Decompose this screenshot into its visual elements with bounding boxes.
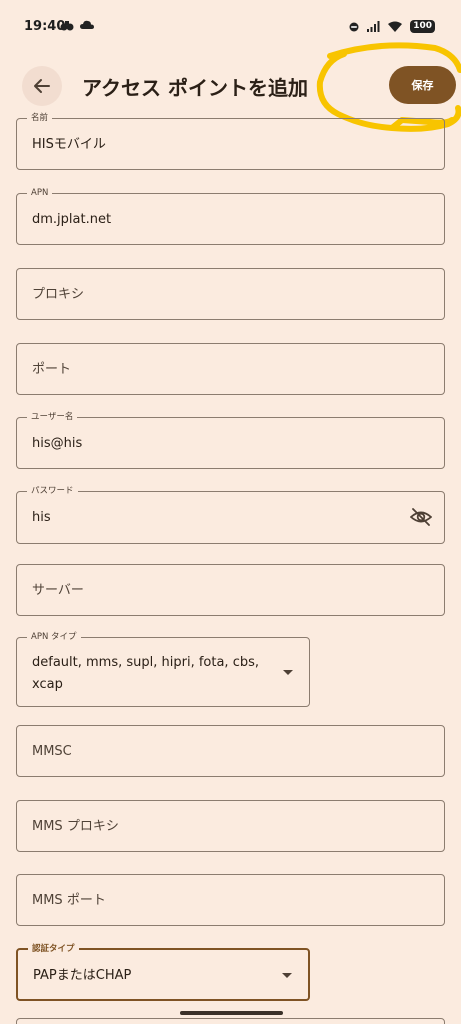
app-bar: アクセス ポイントを追加 保存 — [0, 58, 461, 114]
save-button[interactable]: 保存 — [389, 66, 456, 104]
eye-off-icon[interactable] — [410, 507, 432, 527]
signal-icon — [367, 21, 380, 32]
password-field-label: パスワード — [27, 485, 78, 497]
status-right: 100 — [349, 20, 435, 33]
status-bar: 19:40 100 — [0, 0, 461, 52]
apn-type-label: APN タイプ — [27, 631, 81, 643]
mms-port-field-placeholder: MMS ポート — [32, 893, 106, 908]
mmsc-field-placeholder: MMSC — [32, 744, 72, 759]
auth-type-label: 認証タイプ — [28, 943, 79, 955]
name-field[interactable]: 名前 HISモバイル — [16, 112, 445, 170]
password-field[interactable]: パスワード his — [16, 485, 445, 544]
apn-field-label: APN — [27, 187, 53, 199]
port-field-placeholder: ポート — [32, 362, 72, 377]
page-title: アクセス ポイントを追加 — [82, 76, 308, 100]
username-field-label: ユーザー名 — [27, 411, 78, 423]
apn-field[interactable]: APN dm.jplat.net — [16, 187, 445, 245]
proxy-field[interactable]: プロキシ — [16, 268, 445, 320]
proxy-field-placeholder: プロキシ — [32, 287, 85, 302]
battery-indicator: 100 — [410, 20, 435, 33]
caret-down-icon — [282, 973, 292, 978]
back-button[interactable] — [22, 66, 62, 106]
name-field-value: HISモバイル — [32, 137, 106, 152]
server-field[interactable]: サーバー — [16, 564, 445, 616]
username-field-value: his@his — [32, 436, 83, 451]
mms-proxy-field-placeholder: MMS プロキシ — [32, 819, 119, 834]
apn-type-value-line2: xcap — [32, 677, 63, 692]
next-field-partial[interactable] — [16, 1018, 445, 1024]
notification-icons — [60, 20, 94, 32]
apn-field-value: dm.jplat.net — [32, 212, 112, 227]
mms-port-field[interactable]: MMS ポート — [16, 874, 445, 926]
server-field-placeholder: サーバー — [32, 583, 84, 598]
apn-type-dropdown[interactable]: APN タイプ default, mms, supl, hipri, fota,… — [16, 631, 310, 707]
username-field[interactable]: ユーザー名 his@his — [16, 411, 445, 469]
apn-type-value-line1: default, mms, supl, hipri, fota, cbs, — [32, 655, 259, 670]
caret-down-icon — [283, 670, 293, 675]
port-field[interactable]: ポート — [16, 343, 445, 395]
cloud-icon — [80, 20, 94, 29]
auth-type-value: PAPまたはCHAP — [33, 968, 132, 983]
mms-proxy-field[interactable]: MMS プロキシ — [16, 800, 445, 852]
password-field-value: his — [32, 510, 51, 525]
arrow-left-icon — [34, 79, 50, 93]
auth-type-dropdown[interactable]: 認証タイプ PAPまたはCHAP — [16, 943, 310, 1001]
home-indicator[interactable] — [180, 1011, 283, 1015]
dnd-icon — [349, 22, 359, 31]
notification-app-icon — [60, 21, 74, 31]
name-field-label: 名前 — [27, 112, 53, 124]
wifi-icon — [388, 21, 403, 32]
mmsc-field[interactable]: MMSC — [16, 725, 445, 777]
